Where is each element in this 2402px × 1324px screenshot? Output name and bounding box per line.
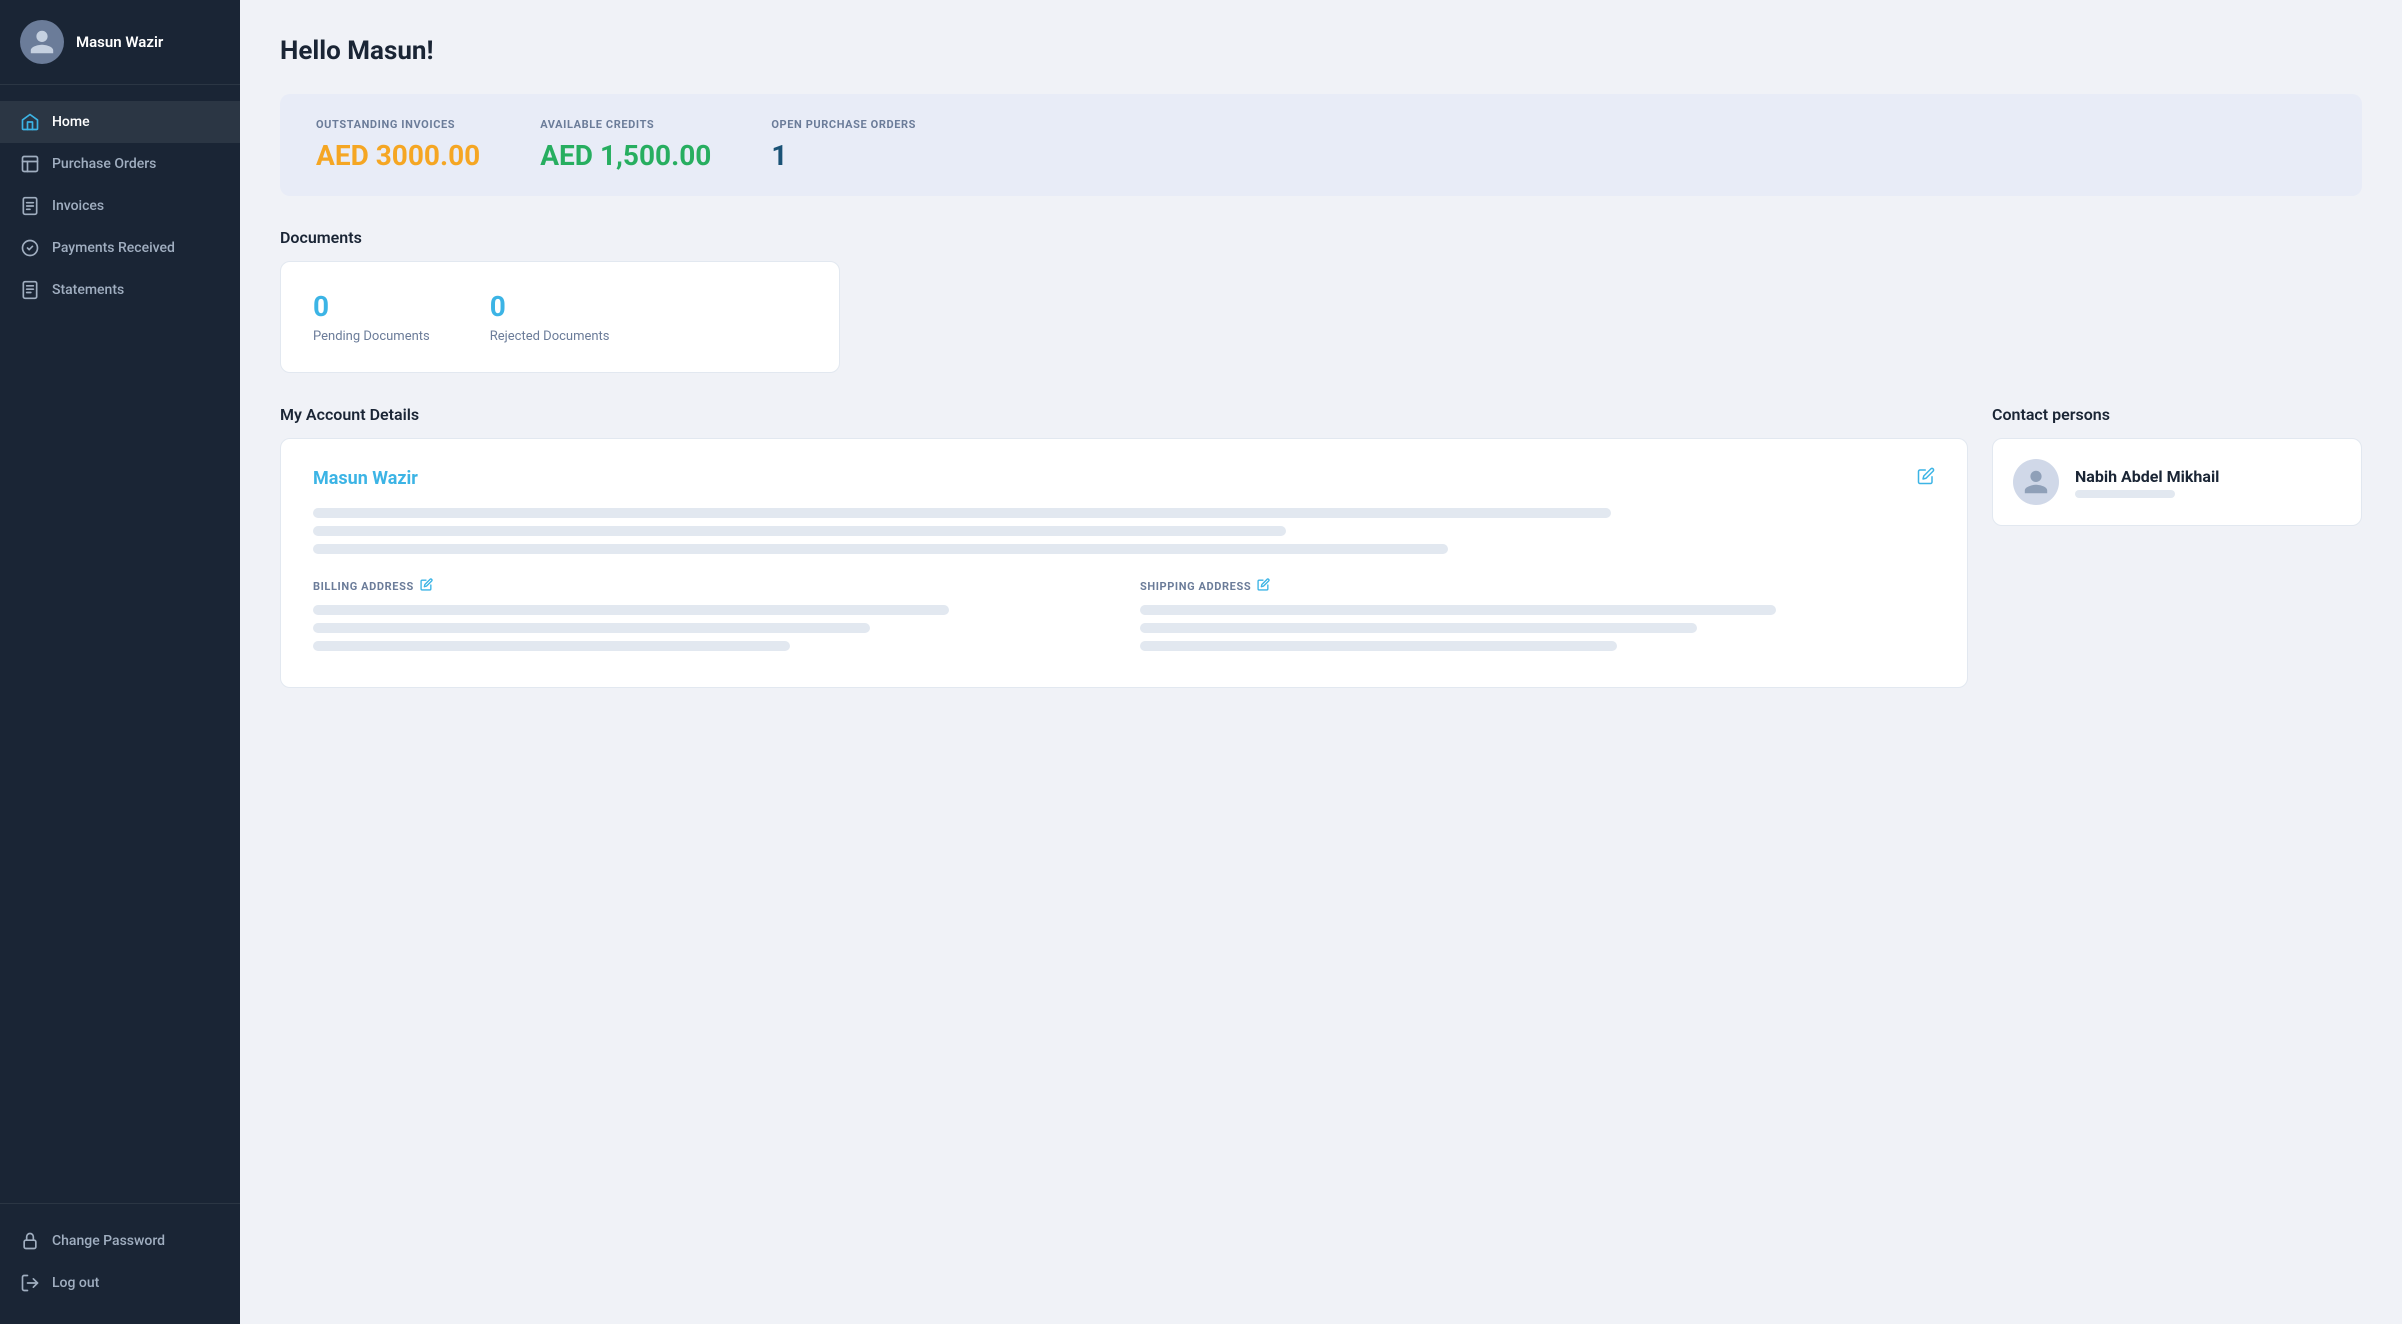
pending-label: Pending Documents [313,329,430,344]
billing-skeleton-1 [313,605,949,615]
stat-available-credits: AVAILABLE CREDITS AED 1,500.00 [540,118,711,172]
account-contact-section: My Account Details Masun Wazir [280,405,2362,688]
rejected-count: 0 [490,290,610,323]
rejected-documents: 0 Rejected Documents [490,290,610,344]
shipping-skeleton-1 [1140,605,1776,615]
contact-section: Contact persons Nabih Abdel Mikhail [1992,405,2362,526]
available-credits-label: AVAILABLE CREDITS [540,118,711,131]
address-section: BILLING ADDRESS [313,578,1935,659]
sidebar-item-home-label: Home [52,114,90,130]
billing-skeleton-2 [313,623,870,633]
sidebar-item-statements[interactable]: Statements [0,269,240,311]
open-purchase-orders-value: 1 [771,139,916,172]
sidebar-header: Masun Wazir [0,0,240,85]
sidebar-item-invoices-label: Invoices [52,198,104,214]
pending-count: 0 [313,290,430,323]
rejected-label: Rejected Documents [490,329,610,344]
sidebar: Masun Wazir Home Purchase Orders [0,0,240,1324]
sidebar-item-payments-received[interactable]: Payments Received [0,227,240,269]
page-title: Hello Masun! [280,36,2362,66]
sidebar-item-change-password-label: Change Password [52,1233,165,1249]
sidebar-nav: Home Purchase Orders Invoices [0,85,240,1203]
contact-sub-info [2075,490,2175,498]
stat-outstanding-invoices: OUTSTANDING INVOICES AED 3000.00 [316,118,480,172]
sidebar-item-purchase-orders[interactable]: Purchase Orders [0,143,240,185]
skeleton-2 [313,526,1286,536]
stat-open-purchase-orders: OPEN PURCHASE ORDERS 1 [771,118,916,172]
sidebar-item-statements-label: Statements [52,282,124,298]
edit-shipping-button[interactable] [1257,578,1270,595]
pending-documents: 0 Pending Documents [313,290,430,344]
skeleton-1 [313,508,1611,518]
open-purchase-orders-label: OPEN PURCHASE ORDERS [771,118,916,131]
edit-account-button[interactable] [1917,467,1935,490]
available-credits-value: AED 1,500.00 [540,139,711,172]
sidebar-item-change-password[interactable]: Change Password [0,1220,240,1262]
skeleton-3 [313,544,1448,554]
account-section-title: My Account Details [280,405,1968,424]
billing-address-col: BILLING ADDRESS [313,578,1108,659]
sidebar-item-logout[interactable]: Log out [0,1262,240,1304]
sidebar-footer: Change Password Log out [0,1203,240,1324]
billing-skeleton-3 [313,641,790,651]
documents-card: 0 Pending Documents 0 Rejected Documents [280,261,840,373]
account-card: Masun Wazir BILLING ADDRESS [280,438,1968,688]
contact-card: Nabih Abdel Mikhail [1992,438,2362,526]
account-card-header: Masun Wazir [313,467,1935,490]
contact-avatar [2013,459,2059,505]
account-name: Masun Wazir [313,468,418,489]
sidebar-username: Masun Wazir [76,33,163,51]
contact-name: Nabih Abdel Mikhail [2075,467,2219,486]
sidebar-item-purchase-orders-label: Purchase Orders [52,156,156,172]
sidebar-item-invoices[interactable]: Invoices [0,185,240,227]
avatar [20,20,64,64]
documents-section-title: Documents [280,228,2362,247]
main-content: Hello Masun! OUTSTANDING INVOICES AED 30… [240,0,2402,1324]
contact-section-title: Contact persons [1992,405,2362,424]
sidebar-item-payments-received-label: Payments Received [52,240,175,256]
sidebar-item-home[interactable]: Home [0,101,240,143]
shipping-skeleton-2 [1140,623,1697,633]
sidebar-item-logout-label: Log out [52,1275,99,1291]
shipping-address-label: SHIPPING ADDRESS [1140,578,1935,595]
stats-bar: OUTSTANDING INVOICES AED 3000.00 AVAILAB… [280,94,2362,196]
shipping-address-col: SHIPPING ADDRESS [1140,578,1935,659]
account-section: My Account Details Masun Wazir [280,405,1968,688]
contact-info: Nabih Abdel Mikhail [2075,467,2219,498]
outstanding-invoices-value: AED 3000.00 [316,139,480,172]
shipping-skeleton-3 [1140,641,1617,651]
outstanding-invoices-label: OUTSTANDING INVOICES [316,118,480,131]
billing-address-label: BILLING ADDRESS [313,578,1108,595]
edit-billing-button[interactable] [420,578,433,595]
